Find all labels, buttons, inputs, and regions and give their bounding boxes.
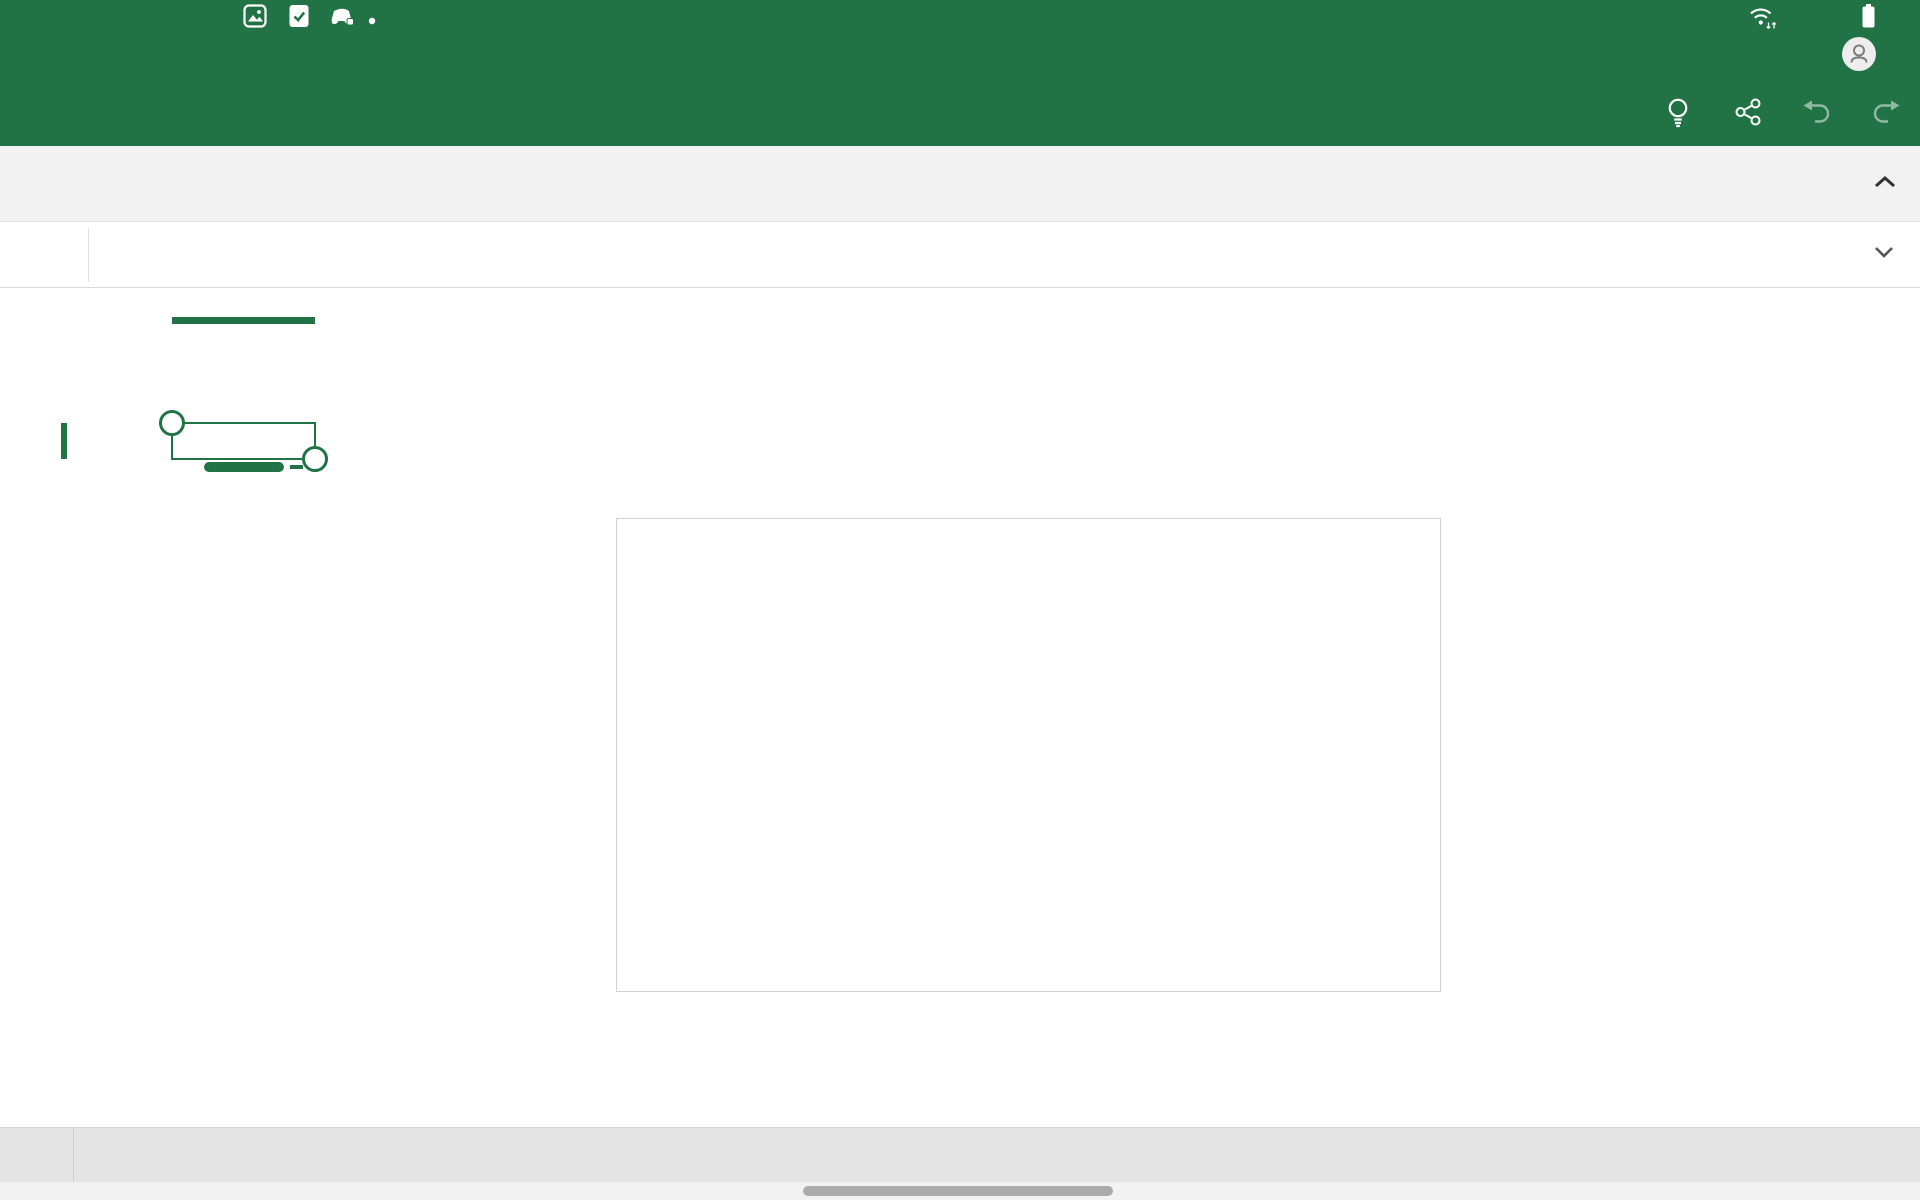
title-bar <box>0 32 1920 76</box>
selected-column-accent <box>172 317 315 324</box>
add-sheet-button[interactable] <box>0 1128 74 1183</box>
horizontal-scrollbar[interactable] <box>0 1182 1920 1200</box>
selection-handle-top-left[interactable] <box>159 410 185 436</box>
expand-formula-chevron-down-icon[interactable] <box>1872 244 1896 265</box>
divider <box>88 228 89 282</box>
account-avatar[interactable] <box>1842 37 1876 71</box>
selection-drag-pill[interactable] <box>204 462 284 472</box>
ribbon-tab-bar <box>0 76 1920 146</box>
selection-dash <box>290 465 303 469</box>
lightbulb-tellme-icon[interactable] <box>1661 95 1695 129</box>
status-bar <box>0 0 1920 32</box>
tasks-check-icon <box>287 4 311 33</box>
cell-selection-outline <box>171 422 316 460</box>
battery-icon <box>1858 3 1878 34</box>
pie-chart <box>617 519 1442 993</box>
excel-app <box>0 0 1920 1200</box>
formula-bar[interactable] <box>0 222 1920 288</box>
redo-icon[interactable] <box>1869 95 1903 129</box>
undo-icon[interactable] <box>1800 95 1834 129</box>
sheet-tab-bar <box>0 1127 1920 1183</box>
collapse-toolbar-chevron-up-icon[interactable] <box>1872 173 1898 196</box>
insert-toolbar <box>0 146 1920 222</box>
pie-chart-object[interactable] <box>616 518 1441 992</box>
share-icon[interactable] <box>1731 95 1765 129</box>
selection-handle-bottom-right[interactable] <box>302 446 328 472</box>
scrollbar-thumb[interactable] <box>803 1186 1113 1196</box>
wifi-icon <box>1748 3 1778 35</box>
game-controller-icon <box>330 4 356 33</box>
person-icon <box>1850 44 1868 63</box>
notification-dot-icon <box>368 12 376 30</box>
photos-icon <box>243 4 267 33</box>
selected-row-accent <box>61 423 67 459</box>
